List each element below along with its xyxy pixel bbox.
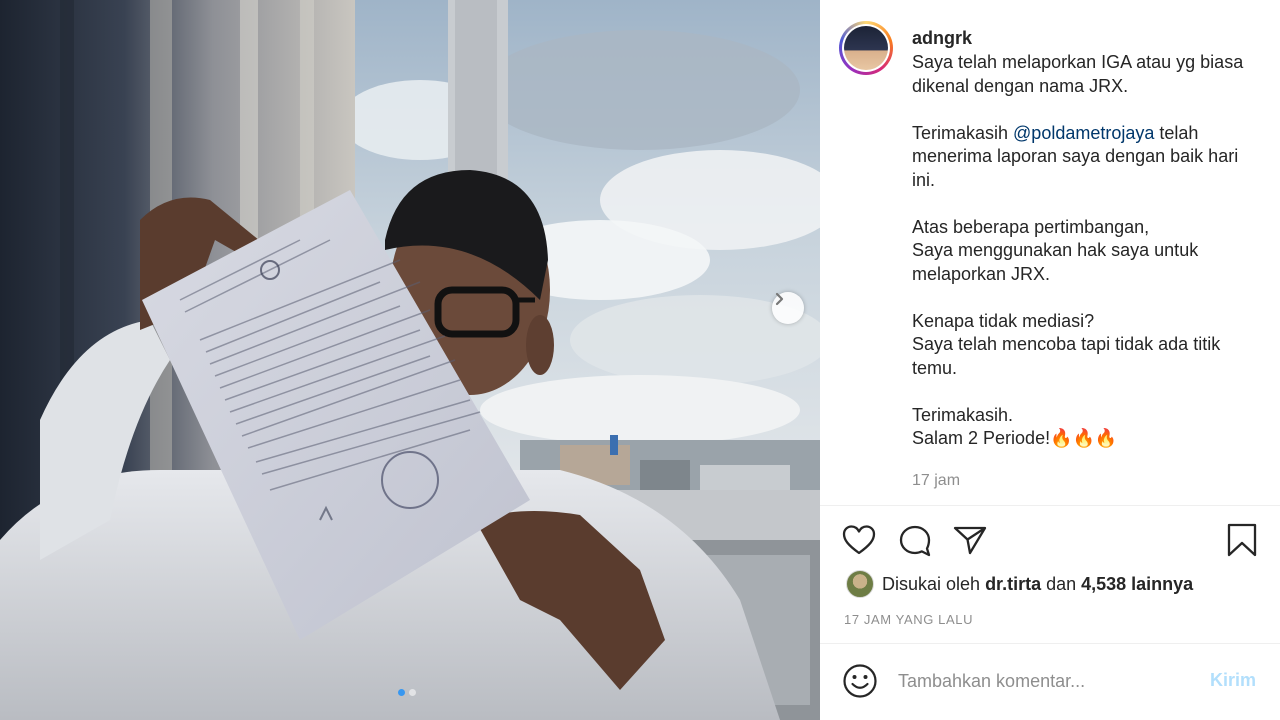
liker-avatar bbox=[846, 570, 874, 598]
caption-paragraph-1: Saya telah melaporkan IGA atau yg biasa … bbox=[912, 52, 1249, 96]
comment-composer: Kirim bbox=[820, 643, 1280, 720]
caption-p2-before: Terimakasih bbox=[912, 122, 1014, 143]
smiley-icon[interactable] bbox=[842, 663, 878, 699]
carousel-indicator bbox=[398, 689, 416, 696]
post-date[interactable]: 17 JAM YANG LALU bbox=[844, 612, 973, 627]
likes-middle: dan bbox=[1041, 573, 1082, 594]
likes-count[interactable]: 4,538 lainnya bbox=[1081, 574, 1193, 594]
caption-timestamp[interactable]: 17 jam bbox=[912, 472, 960, 490]
caption-paragraph-5: Terimakasih. Salam 2 Periode!🔥🔥🔥 bbox=[912, 404, 1118, 449]
next-slide-button[interactable] bbox=[772, 292, 804, 324]
comment-bubble-icon[interactable] bbox=[898, 524, 932, 558]
likes-summary[interactable]: Disukai oleh dr.tirta dan 4,538 lainnya bbox=[846, 570, 1193, 598]
post-details-panel: adngrk Saya telah melaporkan IGA atau yg… bbox=[820, 0, 1280, 720]
post-username[interactable]: adngrk bbox=[912, 28, 972, 49]
divider bbox=[820, 505, 1280, 506]
photo-illustration bbox=[0, 0, 820, 720]
paper-plane-icon[interactable] bbox=[952, 524, 988, 556]
comment-input[interactable] bbox=[898, 667, 1188, 695]
chevron-right-icon bbox=[775, 292, 784, 306]
post-caption: Saya telah melaporkan IGA atau yg biasa … bbox=[912, 51, 1262, 451]
post-comment-button[interactable]: Kirim bbox=[1210, 670, 1256, 691]
heart-icon[interactable] bbox=[842, 524, 876, 556]
likes-prefix: Disukai oleh bbox=[882, 573, 986, 594]
caption-mention-link[interactable]: @poldametrojaya bbox=[1013, 123, 1154, 143]
caption-paragraph-4: Kenapa tidak mediasi? Saya telah mencoba… bbox=[912, 310, 1221, 378]
carousel-dot-active bbox=[398, 689, 405, 696]
likes-text: Disukai oleh dr.tirta dan 4,538 lainnya bbox=[882, 574, 1193, 595]
avatar-image bbox=[844, 26, 888, 70]
liker-username[interactable]: dr.tirta bbox=[985, 574, 1041, 594]
caption-paragraph-3: Atas beberapa pertimbangan, Saya menggun… bbox=[912, 216, 1199, 284]
profile-avatar[interactable] bbox=[839, 21, 893, 75]
carousel-dot bbox=[409, 689, 416, 696]
post-photo[interactable] bbox=[0, 0, 820, 720]
bookmark-icon[interactable] bbox=[1226, 522, 1258, 558]
